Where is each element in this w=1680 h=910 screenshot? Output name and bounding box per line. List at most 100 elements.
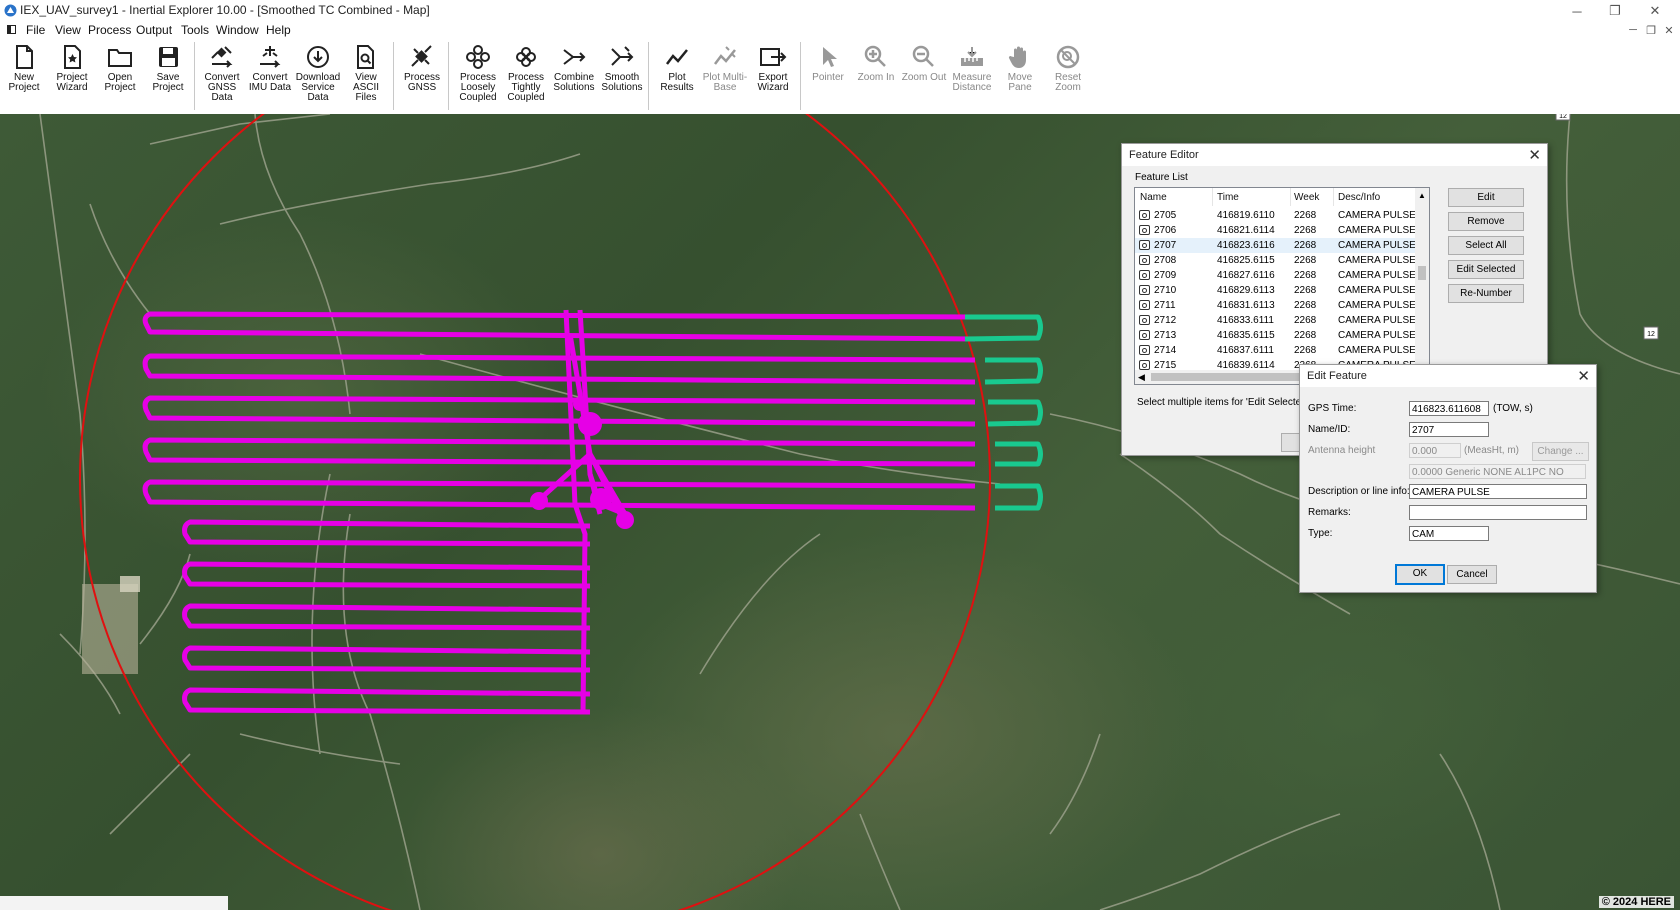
- feature-row[interactable]: 2712 416833.6111 2268 CAMERA PULSE: [1135, 313, 1416, 328]
- menu-output[interactable]: Output: [136, 22, 172, 38]
- feature-week: 2268: [1294, 300, 1317, 311]
- feature-row[interactable]: 2714 416837.6111 2268 CAMERA PULSE: [1135, 343, 1416, 358]
- save-project-button[interactable]: Save Project: [144, 42, 192, 93]
- feature-row[interactable]: 2706 416821.6114 2268 CAMERA PULSE: [1135, 223, 1416, 238]
- plot-multi-icon: [714, 46, 736, 65]
- select-all-button[interactable]: Select All: [1448, 236, 1524, 255]
- feature-name: 2711: [1154, 300, 1176, 311]
- feature-row[interactable]: 2710 416829.6113 2268 CAMERA PULSE: [1135, 283, 1416, 298]
- tightly-coupled-icon: [516, 47, 536, 67]
- mdi-minimize-button[interactable]: ─: [1624, 22, 1642, 38]
- close-window-button[interactable]: ✕: [1632, 0, 1678, 22]
- feature-name: 2708: [1154, 255, 1177, 266]
- feature-desc: CAMERA PULSE: [1338, 225, 1416, 236]
- zoom-out-label: Zoom Out: [901, 72, 947, 83]
- edit-button[interactable]: Edit: [1448, 188, 1524, 207]
- move-pane-label: Move Pane: [1007, 72, 1033, 93]
- move-pane-button[interactable]: Move Pane: [996, 42, 1044, 93]
- column-header-desc[interactable]: Desc/Info: [1338, 192, 1380, 203]
- menu-process[interactable]: Process: [88, 22, 131, 38]
- feature-row[interactable]: 2709 416827.6116 2268 CAMERA PULSE: [1135, 268, 1416, 283]
- menu-window[interactable]: Window: [216, 22, 259, 38]
- feature-row[interactable]: 2713 416835.6115 2268 CAMERA PULSE: [1135, 328, 1416, 343]
- feature-row[interactable]: 2708 416825.6115 2268 CAMERA PULSE: [1135, 253, 1416, 268]
- plot-multi-base-button[interactable]: Plot Multi-Base: [701, 42, 749, 93]
- vertical-scrollbar[interactable]: ▲: [1415, 188, 1429, 368]
- menu-tools[interactable]: Tools: [181, 22, 209, 38]
- feature-row[interactable]: 2711 416831.6113 2268 CAMERA PULSE: [1135, 298, 1416, 313]
- mdi-close-button[interactable]: ✕: [1660, 22, 1678, 38]
- ok-button[interactable]: OK: [1395, 564, 1445, 585]
- menu-view[interactable]: View: [55, 22, 81, 38]
- feature-editor-title: Feature Editor: [1129, 149, 1199, 161]
- zoom-out-button[interactable]: Zoom Out: [900, 42, 948, 83]
- edit-feature-titlebar: Edit Feature ✕: [1300, 365, 1596, 387]
- zoom-in-button[interactable]: Zoom In: [852, 42, 900, 83]
- feature-list-label: Feature List: [1135, 172, 1188, 183]
- close-icon[interactable]: ✕: [1528, 146, 1541, 164]
- process-tightly-button[interactable]: Process Tightly Coupled: [502, 42, 550, 103]
- loosely-coupled-icon: [466, 45, 490, 69]
- column-header-week[interactable]: Week: [1294, 192, 1319, 203]
- document-icon[interactable]: [6, 24, 17, 35]
- camera-icon: [1139, 300, 1150, 310]
- export-wizard-button[interactable]: Export Wizard: [749, 42, 797, 93]
- gps-time-field[interactable]: 416823.611608: [1409, 401, 1489, 416]
- measure-distance-button[interactable]: Measure Distance: [948, 42, 996, 93]
- reset-zoom-button[interactable]: Reset Zoom: [1044, 42, 1092, 93]
- cancel-button[interactable]: Cancel: [1447, 565, 1497, 584]
- download-service-button[interactable]: Download Service Data: [294, 42, 342, 103]
- imu-convert-icon: [260, 46, 281, 68]
- feature-week: 2268: [1294, 255, 1317, 266]
- smooth-solutions-button[interactable]: Smooth Solutions: [598, 42, 646, 93]
- view-ascii-button[interactable]: View ASCII Files: [342, 42, 390, 103]
- scroll-up-icon[interactable]: ▲: [1418, 191, 1426, 200]
- remarks-field[interactable]: [1409, 505, 1587, 520]
- feature-desc: CAMERA PULSE: [1338, 270, 1416, 281]
- download-service-label: Download Service Data: [295, 72, 341, 103]
- change-antenna-button[interactable]: Change ...: [1532, 442, 1589, 461]
- export-icon: [760, 48, 787, 66]
- new-project-button[interactable]: New Project: [0, 42, 48, 93]
- feature-row[interactable]: 2705 416819.6110 2268 CAMERA PULSE: [1135, 208, 1416, 223]
- type-field[interactable]: CAM: [1409, 526, 1489, 541]
- combine-solutions-button[interactable]: Combine Solutions: [550, 42, 598, 93]
- map-copyright: © 2024 HERE: [1598, 896, 1674, 908]
- feature-row[interactable]: 2707 416823.6116 2268 CAMERA PULSE: [1135, 238, 1416, 253]
- close-icon[interactable]: ✕: [1577, 367, 1590, 385]
- convert-gnss-button[interactable]: Convert GNSS Data: [198, 42, 246, 103]
- menu-file[interactable]: File: [26, 22, 45, 38]
- open-project-button[interactable]: Open Project: [96, 42, 144, 93]
- scroll-left-icon[interactable]: ◀: [1138, 372, 1145, 383]
- scroll-thumb[interactable]: [1151, 373, 1301, 381]
- feature-list[interactable]: Name Time Week Desc/Info 2705 416819.6110…: [1134, 187, 1430, 385]
- process-gnss-button[interactable]: Process GNSS: [398, 42, 446, 93]
- name-id-field[interactable]: 2707: [1409, 422, 1489, 437]
- antenna-height-field[interactable]: 0.000: [1409, 443, 1461, 458]
- flight-trajectory: [142, 309, 976, 715]
- convert-imu-button[interactable]: Convert IMU Data: [246, 42, 294, 93]
- description-field[interactable]: CAMERA PULSE: [1409, 484, 1587, 499]
- remove-button[interactable]: Remove: [1448, 212, 1524, 231]
- scroll-thumb[interactable]: [1418, 266, 1426, 280]
- feature-week: 2268: [1294, 285, 1317, 296]
- menu-help[interactable]: Help: [266, 22, 291, 38]
- range-circle: [79, 114, 991, 910]
- plot-results-button[interactable]: Plot Results: [653, 42, 701, 93]
- mdi-restore-button[interactable]: ❐: [1642, 22, 1660, 38]
- column-header-time[interactable]: Time: [1217, 192, 1239, 203]
- renumber-button[interactable]: Re-Number: [1448, 284, 1524, 303]
- pointer-label: Pointer: [812, 72, 844, 83]
- feature-name: 2705: [1154, 210, 1177, 221]
- route-badge: 12: [1643, 326, 1659, 340]
- measure-icon: [961, 47, 983, 66]
- feature-name: 2710: [1154, 285, 1177, 296]
- plot-line-icon: [666, 49, 688, 65]
- edit-selected-button[interactable]: Edit Selected: [1448, 260, 1524, 279]
- pointer-button[interactable]: Pointer: [804, 42, 852, 83]
- project-wizard-button[interactable]: Project Wizard: [48, 42, 96, 93]
- status-bar: [0, 896, 228, 910]
- process-loosely-button[interactable]: Process Loosely Coupled: [454, 42, 502, 103]
- edit-feature-dialog: Edit Feature ✕ GPS Time: 416823.611608 (…: [1299, 364, 1597, 593]
- column-header-name[interactable]: Name: [1140, 192, 1167, 203]
